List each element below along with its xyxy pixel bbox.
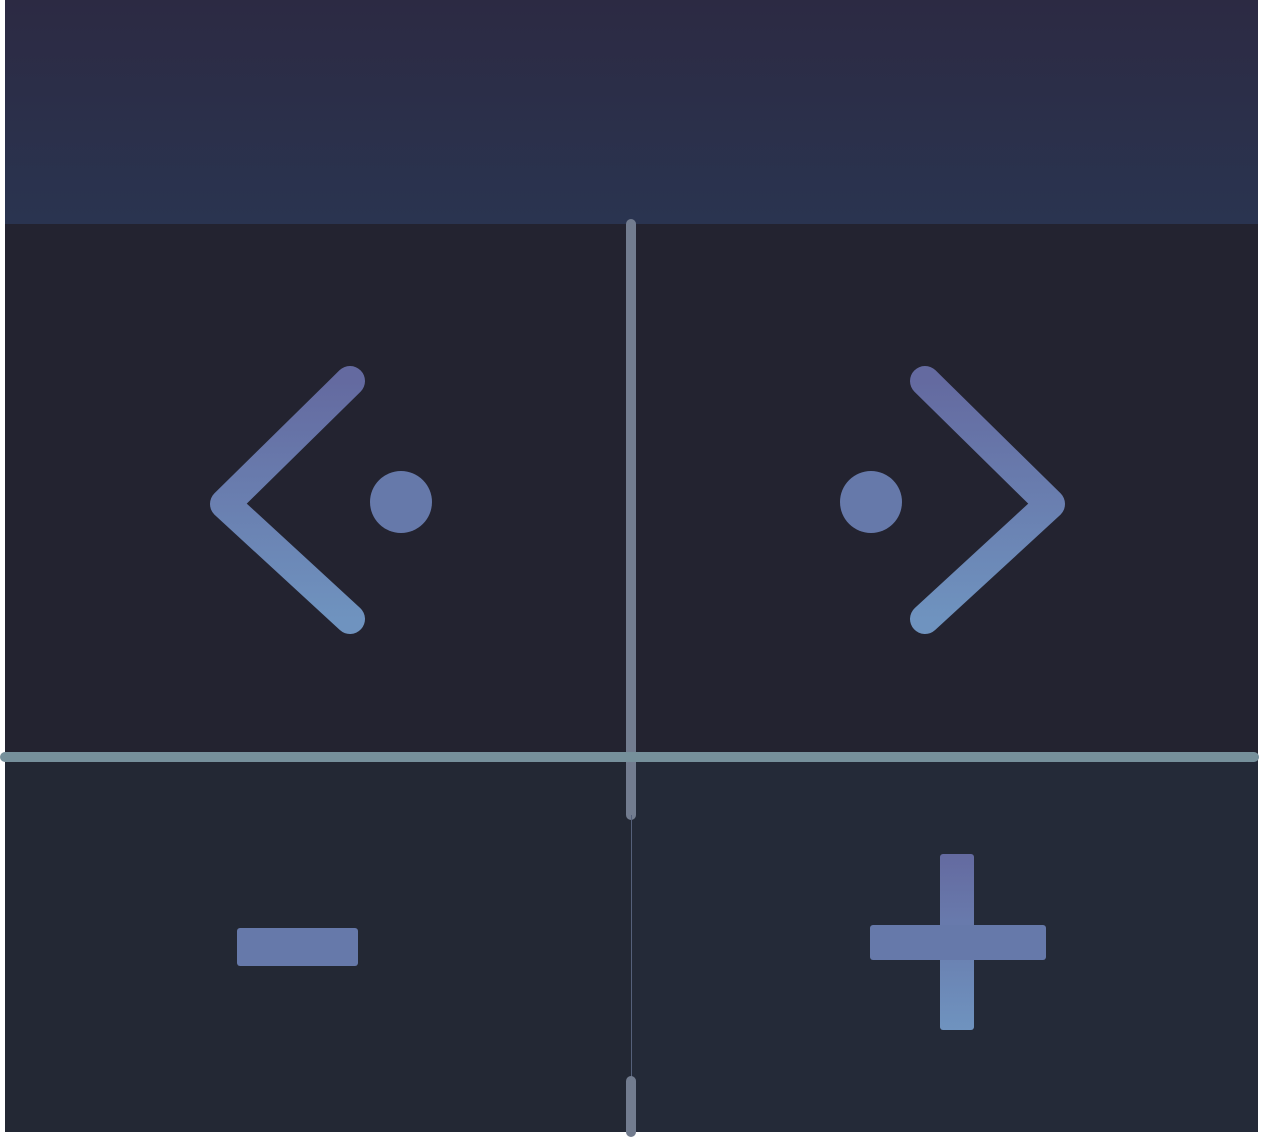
plus-icon (870, 854, 1046, 1030)
vertical-splitter-handle[interactable] (626, 219, 636, 820)
previous-button[interactable] (5, 224, 631, 757)
zoom-out-button[interactable] (5, 761, 631, 1132)
next-button[interactable] (631, 224, 1258, 757)
header-bar (5, 0, 1258, 224)
chevron-right-dot-icon (840, 366, 1065, 634)
vertical-divider-line (631, 815, 632, 1080)
minus-icon (237, 928, 358, 966)
chevron-left-dot-icon (210, 366, 432, 634)
horizontal-splitter-handle[interactable] (0, 752, 1259, 762)
zoom-in-button[interactable] (631, 761, 1258, 1132)
vertical-splitter-handle-bottom[interactable] (626, 1076, 636, 1137)
